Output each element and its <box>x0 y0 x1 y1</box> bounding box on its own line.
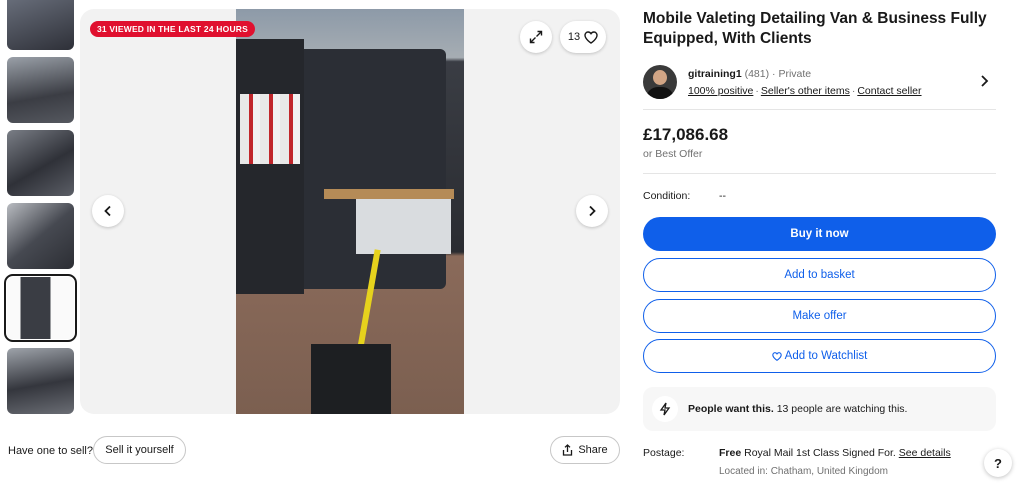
postage-value: Free Royal Mail 1st Class Signed For. Se… <box>719 447 951 459</box>
listing-title: Mobile Valeting Detailing Van & Business… <box>643 10 987 47</box>
chevron-left-icon <box>104 205 111 217</box>
thumbnail-1[interactable] <box>7 0 74 50</box>
next-image-button[interactable] <box>576 195 608 227</box>
watchers-text: People want this. 13 people are watching… <box>688 403 907 415</box>
seller-type: · Private <box>772 68 812 80</box>
watchers-headline: People want this. <box>688 403 774 415</box>
share-icon <box>563 444 573 456</box>
listing-photo <box>236 9 464 414</box>
watch-count: 13 <box>567 31 581 43</box>
contact-seller-link[interactable]: Contact seller <box>857 85 921 97</box>
help-button[interactable]: ? <box>984 449 1012 477</box>
seller-card[interactable]: gitraining1 (481) · Private 100% positiv… <box>643 65 996 99</box>
lightning-icon <box>652 396 678 422</box>
add-to-watchlist-button[interactable]: Add to Watchlist <box>643 339 996 373</box>
divider <box>643 109 996 110</box>
thumbnail-4[interactable] <box>7 203 74 269</box>
add-to-basket-button[interactable]: Add to basket <box>643 258 996 292</box>
make-offer-button[interactable]: Make offer <box>643 299 996 333</box>
expand-button[interactable] <box>520 21 552 53</box>
watch-count-button[interactable]: 13 <box>560 21 606 53</box>
viewed-badge: 31 VIEWED IN THE LAST 24 HOURS <box>90 21 255 37</box>
thumbnail-2[interactable] <box>7 57 74 123</box>
seller-avatar <box>643 65 677 99</box>
heart-icon <box>771 351 782 361</box>
watchlist-label: Add to Watchlist <box>784 350 868 362</box>
thumbnail-6[interactable] <box>7 348 74 414</box>
see-details-link[interactable]: See details <box>899 447 951 459</box>
chevron-right-icon <box>589 205 596 217</box>
divider <box>643 173 996 174</box>
condition-value: -- <box>719 190 726 202</box>
best-offer-note: or Best Offer <box>643 148 703 160</box>
seller-feedback-count: (481) <box>744 68 770 80</box>
postage-label: Postage: <box>643 447 685 459</box>
price: £17,086.68 <box>643 125 729 144</box>
condition-label: Condition: <box>643 190 691 202</box>
seller-name-line: gitraining1 (481) · Private <box>688 68 811 80</box>
seller-links: 100% positive · Seller's other items · Conta… <box>688 85 922 97</box>
chevron-right-icon[interactable] <box>976 73 992 89</box>
watchers-notice: People want this. 13 people are watching… <box>643 387 996 431</box>
sell-it-yourself-button[interactable]: Sell it yourself <box>93 436 186 464</box>
seller-name[interactable]: gitraining1 <box>688 68 742 80</box>
main-image-viewer[interactable]: 31 VIEWED IN THE LAST 24 HOURS 13 <box>80 9 620 414</box>
postage-free: Free <box>719 447 742 459</box>
buy-it-now-button[interactable]: Buy it now <box>643 217 996 251</box>
watchers-detail: 13 people are watching this. <box>776 403 908 415</box>
thumbnail-5-selected[interactable] <box>4 274 77 342</box>
expand-icon <box>529 30 543 44</box>
sell-prompt: Have one to sell? <box>8 445 93 457</box>
previous-image-button[interactable] <box>92 195 124 227</box>
positive-feedback-link[interactable]: 100% positive <box>688 85 753 97</box>
share-button[interactable]: Share <box>550 436 620 464</box>
share-label: Share <box>578 444 608 456</box>
thumbnail-3[interactable] <box>7 130 74 196</box>
postage-service: Royal Mail 1st Class Signed For. <box>744 447 896 459</box>
item-location: Located in: Chatham, United Kingdom <box>719 466 888 477</box>
heart-icon <box>584 30 598 44</box>
other-items-link[interactable]: Seller's other items <box>761 85 850 97</box>
